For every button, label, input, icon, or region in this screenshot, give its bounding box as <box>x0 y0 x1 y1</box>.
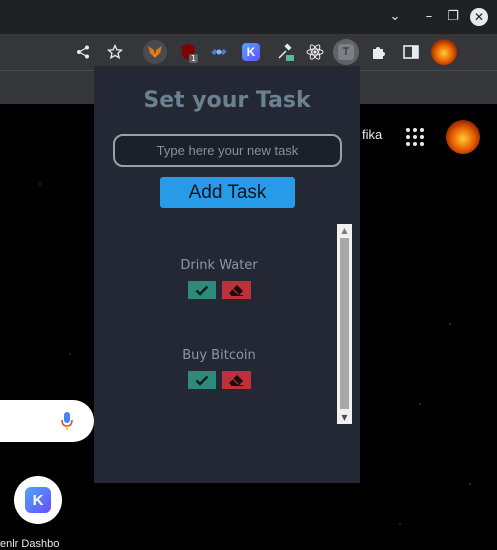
close-button[interactable]: ✕ <box>470 8 488 26</box>
task-popup: Set your Task Add Task Drink Water Buy B… <box>94 66 360 483</box>
scroll-down-arrow-icon[interactable]: ▼ <box>337 411 352 424</box>
delete-task-button[interactable] <box>221 281 251 299</box>
task-input[interactable] <box>113 134 342 167</box>
maximize-button[interactable]: ❐ <box>442 6 464 28</box>
satellite-icon[interactable] <box>209 42 229 62</box>
google-search-box[interactable] <box>0 400 94 442</box>
popup-title: Set your Task <box>143 88 311 113</box>
minimize-button[interactable]: – <box>418 6 440 28</box>
add-task-button[interactable]: Add Task <box>160 177 295 208</box>
t-extension-letter: T <box>338 44 354 60</box>
sidepanel-icon[interactable] <box>401 42 421 62</box>
eraser-icon <box>229 375 243 386</box>
tab-search-chevron-icon[interactable]: ⌄ <box>384 6 406 28</box>
eyedropper-icon[interactable] <box>275 42 295 62</box>
ublock-icon[interactable]: 1 <box>178 42 199 63</box>
page-profile-avatar[interactable] <box>446 120 480 154</box>
react-icon[interactable] <box>305 42 325 62</box>
share-icon[interactable] <box>73 42 93 62</box>
browser-toolbar: 1 K T <box>0 34 497 70</box>
task-label: Buy Bitcoin <box>182 348 256 363</box>
task-list-scrollbar[interactable]: ▲ ▼ <box>337 224 352 424</box>
delete-task-button[interactable] <box>221 371 251 389</box>
shortcut-tile[interactable]: K <box>14 476 62 524</box>
apps-grid-icon[interactable] <box>406 128 424 146</box>
scroll-up-arrow-icon[interactable]: ▲ <box>337 224 352 237</box>
task-item: Buy Bitcoin <box>94 348 344 389</box>
window-titlebar: ⌄ – ❐ ✕ <box>0 0 497 34</box>
profile-avatar[interactable] <box>431 39 457 65</box>
task-item: Drink Water <box>94 258 344 299</box>
task-label: Drink Water <box>180 258 258 273</box>
t-extension-icon[interactable]: T <box>333 39 359 65</box>
complete-task-button[interactable] <box>187 281 216 299</box>
task-actions <box>94 281 344 299</box>
star-icon[interactable] <box>105 42 125 62</box>
task-list: Drink Water Buy Bitcoin <box>94 224 336 424</box>
page-top-link[interactable]: fika <box>362 127 382 142</box>
shortcut-k-icon: K <box>25 487 51 513</box>
shortcut-label[interactable]: enlr Dashbo <box>0 538 59 550</box>
k-extension-icon[interactable]: K <box>241 42 261 62</box>
eraser-icon <box>229 285 243 296</box>
ublock-badge: 1 <box>189 54 199 63</box>
mic-icon[interactable] <box>60 411 74 431</box>
task-actions <box>94 371 344 389</box>
complete-task-button[interactable] <box>187 371 216 389</box>
check-icon <box>195 375 208 386</box>
scroll-thumb[interactable] <box>340 238 349 409</box>
check-icon <box>195 285 208 296</box>
puzzle-icon[interactable] <box>369 42 389 62</box>
k-extension-letter: K <box>242 43 260 61</box>
metamask-icon[interactable] <box>143 40 167 64</box>
